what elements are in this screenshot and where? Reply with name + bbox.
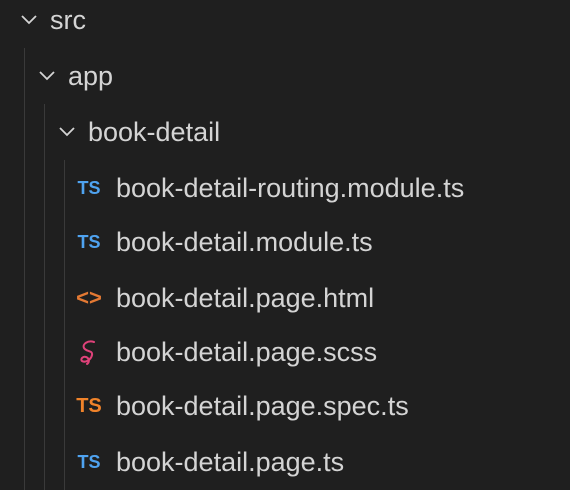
file-label: book-detail-routing.module.ts xyxy=(116,172,465,203)
chevron-down-icon xyxy=(20,11,38,29)
file-label: book-detail.page.scss xyxy=(116,336,378,367)
typescript-icon: TS xyxy=(77,451,101,472)
file-book-detail-module-ts[interactable]: TS book-detail.module.ts xyxy=(0,218,570,266)
file-label: book-detail.page.spec.ts xyxy=(116,390,409,421)
file-book-detail-page-ts[interactable]: TS book-detail.page.ts xyxy=(0,438,570,486)
file-book-detail-routing-module-ts[interactable]: TS book-detail-routing.module.ts xyxy=(0,164,570,212)
folder-app[interactable]: app xyxy=(0,52,570,100)
file-label: book-detail.page.html xyxy=(116,282,375,313)
file-book-detail-page-scss[interactable]: book-detail.page.scss xyxy=(0,328,570,376)
chevron-down-icon xyxy=(38,67,56,85)
file-label: book-detail.page.ts xyxy=(116,446,345,477)
typescript-test-icon: TS xyxy=(76,394,102,417)
html-code-icon: <> xyxy=(76,285,102,310)
file-label: book-detail.module.ts xyxy=(116,226,373,257)
typescript-icon: TS xyxy=(77,177,101,198)
folder-label: src xyxy=(50,4,86,35)
file-explorer-tree: src app book-detail TS book-detail-routi… xyxy=(0,0,570,490)
folder-src[interactable]: src xyxy=(0,0,570,40)
chevron-down-icon xyxy=(58,123,76,141)
file-book-detail-page-spec-ts[interactable]: TS book-detail.page.spec.ts xyxy=(0,382,570,430)
folder-book-detail[interactable]: book-detail xyxy=(0,108,570,156)
file-book-detail-page-html[interactable]: <> book-detail.page.html xyxy=(0,274,570,322)
folder-label: app xyxy=(68,60,114,91)
sass-icon xyxy=(72,339,106,365)
typescript-icon: TS xyxy=(77,231,101,252)
folder-label: book-detail xyxy=(88,116,221,147)
